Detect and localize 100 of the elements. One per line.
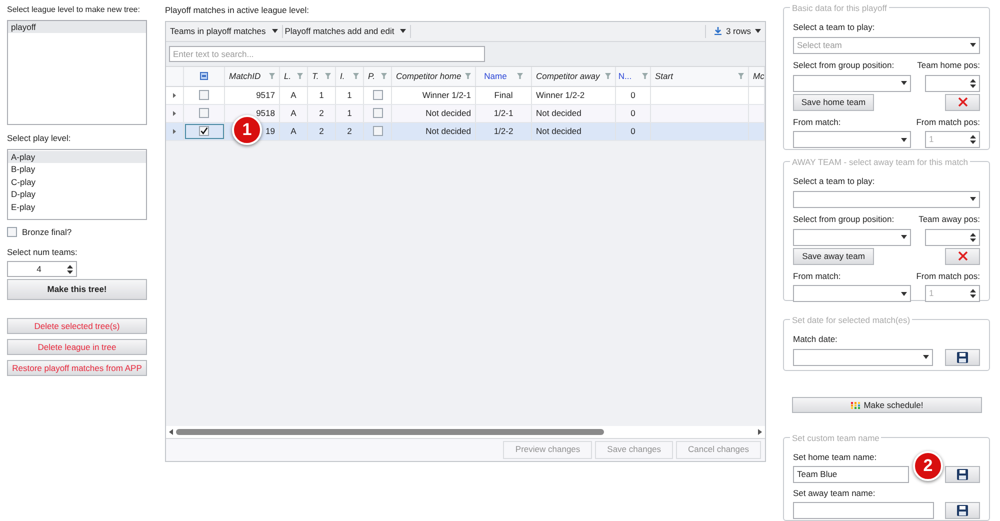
table-cell: 1 — [336, 104, 364, 122]
filter-icon — [465, 73, 471, 80]
list-item[interactable]: E-play — [8, 200, 146, 214]
column-header[interactable]: MatchID — [225, 66, 280, 86]
column-header[interactable]: L. — [280, 66, 308, 86]
remove-button[interactable] — [945, 94, 980, 110]
number-field[interactable] — [925, 74, 980, 92]
checkbox[interactable] — [199, 108, 209, 118]
checkbox[interactable] — [372, 90, 382, 100]
column-header[interactable]: I. — [336, 66, 364, 86]
spin-arrows-icon — [67, 264, 73, 274]
table-cell: 0 — [616, 104, 651, 122]
checkbox[interactable] — [372, 108, 382, 118]
spin-arrows-icon — [970, 289, 976, 298]
field-label: Set home team name: — [793, 451, 878, 464]
caret-icon — [923, 355, 929, 360]
checkbox[interactable] — [199, 126, 209, 136]
save-team-button[interactable]: Save away team — [793, 248, 874, 264]
field-label: Select a team to play: — [793, 175, 876, 188]
column-header[interactable]: Start — [651, 66, 749, 86]
table-cell: Not decided — [392, 122, 476, 140]
field-label: Match date: — [793, 333, 838, 346]
export-button[interactable]: 3 rows — [704, 24, 761, 38]
field-label: Select league level to make new tree: — [7, 4, 141, 16]
field-label: Team away pos: — [918, 212, 980, 226]
table-cell: Not decided — [392, 104, 476, 122]
search-field[interactable]: Enter text to search... — [169, 46, 485, 62]
expand-icon[interactable] — [173, 110, 176, 116]
filter-icon — [269, 73, 275, 80]
save-button[interactable] — [945, 348, 980, 366]
list-item[interactable]: D-play — [8, 188, 146, 201]
make-schedule-button[interactable]: Make schedule! — [792, 397, 982, 413]
table-cell: 0 — [616, 86, 651, 104]
table-cell: A — [280, 86, 308, 104]
caret-icon — [970, 197, 976, 202]
table-cell: 2 — [336, 122, 364, 140]
filter-icon — [381, 73, 387, 80]
action-button[interactable]: Delete selected tree(s) — [7, 318, 147, 334]
spin-arrows-icon — [970, 78, 976, 88]
caret-icon — [901, 235, 907, 239]
filter-icon — [642, 73, 648, 80]
number-field[interactable] — [925, 228, 980, 246]
checkbox[interactable] — [372, 126, 382, 136]
field-label: Select play level: — [7, 132, 72, 145]
column-header[interactable]: Mc — [749, 66, 765, 86]
table-cell: A — [280, 122, 308, 140]
table-cell: 1/2-1 — [476, 104, 532, 122]
table-cell: Not decided — [532, 104, 616, 122]
table-cell: 1 — [308, 86, 336, 104]
select-all-checkbox[interactable] — [200, 72, 208, 80]
group-legend: Basic data for this playoff — [790, 2, 889, 15]
caret-icon — [901, 81, 907, 85]
action-button[interactable]: Delete league in tree — [7, 339, 147, 356]
checkbox[interactable] — [199, 90, 209, 100]
field-label: Select num teams: — [7, 246, 78, 258]
remove-button[interactable] — [945, 248, 980, 264]
toolbar-menu[interactable]: Playoff matches add and edit — [284, 24, 412, 38]
save-icon — [957, 468, 968, 480]
column-header[interactable]: N... — [616, 66, 651, 86]
text-field[interactable] — [793, 502, 934, 518]
save-button[interactable] — [945, 466, 980, 483]
horizontal-scrollbar[interactable] — [166, 426, 765, 439]
list-item[interactable]: A-play — [8, 150, 146, 164]
expand-icon[interactable] — [173, 128, 176, 134]
column-header[interactable]: Competitor home — [392, 66, 476, 86]
field-label: Select a team to play: — [793, 21, 876, 34]
schedule-icon — [850, 402, 860, 408]
save-team-button[interactable]: Save home team — [793, 94, 874, 110]
toolbar-menu[interactable]: Teams in playoff matches — [170, 24, 283, 38]
text-field[interactable]: Team Blue — [793, 466, 909, 483]
list-item[interactable]: playoff — [8, 21, 146, 33]
make-tree-button[interactable]: Make this tree! — [7, 279, 147, 300]
scroll-left-icon[interactable] — [169, 428, 173, 435]
field-label: From match pos: — [916, 116, 980, 128]
column-header[interactable]: P. — [364, 66, 392, 86]
group-legend: Set date for selected match(es) — [790, 314, 912, 327]
table-cell: Not decided — [532, 122, 616, 140]
delete-icon — [958, 97, 968, 107]
save-button[interactable] — [945, 502, 980, 518]
column-header[interactable]: Competitor away — [532, 66, 616, 86]
list-item[interactable]: B-play — [8, 163, 146, 176]
column-header[interactable]: Name — [476, 66, 532, 86]
field-label: Set away team name: — [793, 486, 876, 500]
table-cell: 0 — [616, 122, 651, 140]
list-item[interactable]: C-play — [8, 176, 146, 188]
save-icon — [957, 352, 968, 363]
checkbox[interactable] — [7, 227, 17, 238]
table-row[interactable]: 9518 A 2 1 Not decided 1/2-1 Not decided 0 — [166, 104, 765, 123]
expand-icon[interactable] — [173, 92, 176, 98]
filter-icon — [605, 73, 611, 80]
panel-title: Playoff matches in active league level: — [165, 4, 310, 17]
number-field[interactable]: 4 — [7, 261, 77, 278]
filter-icon — [738, 73, 744, 80]
field-label: From match pos: — [916, 270, 980, 282]
save-icon — [957, 504, 968, 516]
scroll-right-icon[interactable] — [758, 428, 762, 435]
table-cell: 2 — [308, 122, 336, 140]
column-header[interactable]: T. — [308, 66, 336, 86]
action-button[interactable]: Restore playoff matches from APP — [7, 360, 147, 376]
table-row[interactable]: 9517 A 1 1 Winner 1/2-1 Final Winner 1/2-2 0 — [166, 86, 765, 105]
